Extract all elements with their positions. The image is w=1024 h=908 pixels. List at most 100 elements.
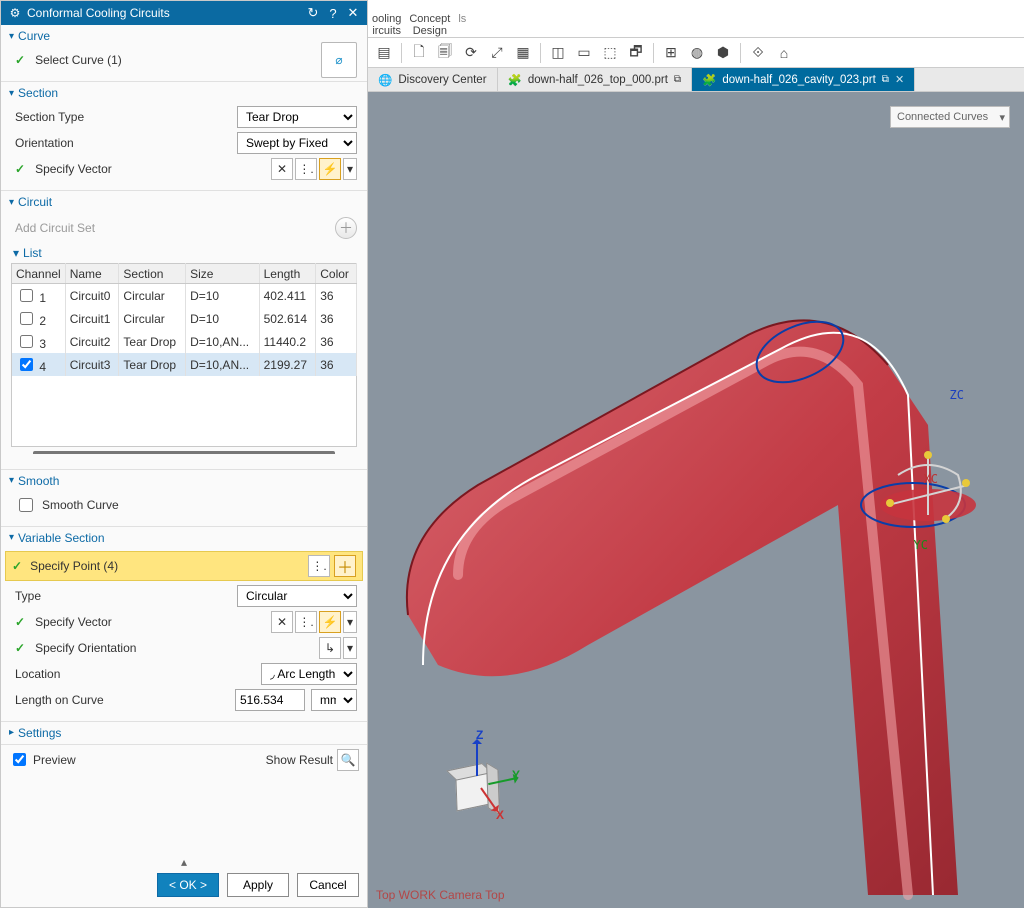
smooth-curve-checkbox[interactable] xyxy=(19,498,33,512)
refresh-icon[interactable]: ↻ xyxy=(305,5,321,21)
location-select[interactable]: ◞ Arc Length xyxy=(261,663,357,685)
tab-file2[interactable]: 🧩 down-half_026_cavity_023.prt ⧉ ✕ xyxy=(692,68,915,91)
chevron-right-icon: ▸ xyxy=(9,727,14,738)
vector-xc-icon[interactable]: ✕ xyxy=(271,611,293,633)
tab-close-icon[interactable]: ✕ xyxy=(895,73,904,86)
point-dialog-icon[interactable]: ⋮. xyxy=(308,555,330,577)
vector-dropdown-icon[interactable]: ▾ xyxy=(343,611,357,633)
toolbar-icon[interactable]: ▦ xyxy=(511,41,535,65)
section-type-select[interactable]: Tear Drop xyxy=(237,106,357,128)
popout-icon[interactable]: ⧉ xyxy=(674,74,681,85)
view-triad[interactable]: Z Y X xyxy=(446,728,536,828)
tab-file1[interactable]: 🧩 down-half_026_top_000.prt ⧉ xyxy=(498,68,693,91)
table-row[interactable]: 4Circuit3Tear DropD=10,AN...2199.2736 xyxy=(12,353,357,376)
toolbar-icon[interactable]: ⊞ xyxy=(659,41,683,65)
table-scrollbar[interactable] xyxy=(33,451,335,465)
orientation-select[interactable]: Swept by Fixed xyxy=(237,132,357,154)
section-variable-header[interactable]: ▾ Variable Section xyxy=(1,527,367,549)
toolbar-icon[interactable]: ⬢ xyxy=(711,41,735,65)
section-circuit-header[interactable]: ▾ Circuit xyxy=(1,191,367,213)
col-length[interactable]: Length xyxy=(259,264,316,284)
specify-point-label: Specify Point (4) xyxy=(30,559,304,573)
check-icon: ✓ xyxy=(15,53,25,67)
table-row[interactable]: 1Circuit0CircularD=10402.41136 xyxy=(12,284,357,308)
table-row[interactable]: 3Circuit2Tear DropD=10,AN...11440.236 xyxy=(12,330,357,353)
toolbar-icon[interactable]: ⟳ xyxy=(459,41,483,65)
length-unit-select[interactable]: mm xyxy=(311,689,357,711)
chevron-down-icon: ▾ xyxy=(9,31,14,42)
triad-cube-icon[interactable] xyxy=(455,771,490,812)
col-section[interactable]: Section xyxy=(119,264,186,284)
vector-dialog-icon[interactable]: ⋮. xyxy=(295,158,317,180)
toolbar-icon[interactable]: 🗋 xyxy=(407,41,431,65)
toolbar-icon[interactable]: ⬚ xyxy=(598,41,622,65)
help-icon[interactable]: ? xyxy=(325,5,341,21)
tab-discovery[interactable]: 🌐 Discovery Center xyxy=(368,68,498,91)
varsec-type-select[interactable]: Circular xyxy=(237,585,357,607)
vector-infer-icon[interactable]: ⚡ xyxy=(319,158,341,180)
col-color[interactable]: Color xyxy=(316,264,357,284)
toolbar-icon[interactable]: 🗐 xyxy=(433,41,457,65)
gear-icon[interactable]: ⚙ xyxy=(7,5,23,21)
file-tabbar: 🌐 Discovery Center 🧩 down-half_026_top_0… xyxy=(368,68,1024,92)
triad-x-label: X xyxy=(496,808,504,822)
vector-dropdown-icon[interactable]: ▾ xyxy=(343,158,357,180)
vector-xc-icon[interactable]: ✕ xyxy=(271,158,293,180)
viewport[interactable]: Connected Curves xyxy=(368,92,1024,908)
dialog-title: Conformal Cooling Circuits xyxy=(27,6,301,20)
check-icon: ✓ xyxy=(12,559,22,573)
show-result-icon[interactable]: 🔍 xyxy=(337,749,359,771)
csys-dropdown-icon[interactable]: ▾ xyxy=(343,637,357,659)
col-channel[interactable]: Channel xyxy=(12,264,66,284)
table-row[interactable]: 2Circuit1CircularD=10502.61436 xyxy=(12,307,357,330)
toolbar-icon[interactable]: ⌂ xyxy=(772,41,796,65)
close-icon[interactable]: ✕ xyxy=(345,5,361,21)
toolbar-icon[interactable]: ▭ xyxy=(572,41,596,65)
col-size[interactable]: Size xyxy=(186,264,260,284)
select-curve-label[interactable]: Select Curve (1) xyxy=(35,53,315,67)
toolbar-icon[interactable]: ⤢ xyxy=(485,41,509,65)
specify-point-row[interactable]: ✓ Specify Point (4) ⋮. ＋ xyxy=(5,551,363,581)
section-curve-header[interactable]: ▾ Curve xyxy=(1,25,367,47)
row-checkbox[interactable] xyxy=(20,358,33,371)
row-checkbox[interactable] xyxy=(20,335,33,348)
section-smooth-header[interactable]: ▾ Smooth xyxy=(1,470,367,492)
preview-label: Preview xyxy=(33,753,76,767)
collapse-caret-icon[interactable]: ▴ xyxy=(9,855,359,869)
vector-infer-icon[interactable]: ⚡ xyxy=(319,611,341,633)
sketch-section-icon[interactable]: ⌀ xyxy=(321,42,357,78)
section-settings-header[interactable]: ▸ Settings xyxy=(1,722,367,744)
list-header[interactable]: ▾ List xyxy=(1,243,367,263)
row-checkbox[interactable] xyxy=(20,289,33,302)
apply-button[interactable]: Apply xyxy=(227,873,289,897)
length-on-curve-input[interactable] xyxy=(235,689,305,711)
add-circuit-label: Add Circuit Set xyxy=(15,221,95,235)
row-checkbox[interactable] xyxy=(20,312,33,325)
toolbar-icon[interactable]: ◍ xyxy=(685,41,709,65)
ribbon-group[interactable]: ooling ircuits xyxy=(372,13,401,37)
section-type-label: Section Type xyxy=(15,110,231,124)
specify-orientation-label[interactable]: Specify Orientation xyxy=(35,641,313,655)
part-icon: 🧩 xyxy=(702,73,716,87)
check-icon: ✓ xyxy=(15,615,25,629)
toolbar-icon[interactable]: ⟐ xyxy=(746,41,770,65)
check-icon: ✓ xyxy=(15,641,25,655)
popout-icon[interactable]: ⧉ xyxy=(882,74,889,85)
toolbar-icon[interactable]: ◫ xyxy=(546,41,570,65)
vector-dialog-icon[interactable]: ⋮. xyxy=(295,611,317,633)
menu-icon[interactable]: ▤ xyxy=(372,41,396,65)
col-name[interactable]: Name xyxy=(65,264,119,284)
ok-button[interactable]: < OK > xyxy=(157,873,219,897)
add-circuit-button[interactable]: ＋ xyxy=(335,217,357,239)
section-section-header[interactable]: ▾ Section xyxy=(1,82,367,104)
preview-checkbox[interactable] xyxy=(13,753,26,766)
toolbar-icon[interactable]: 🗗 xyxy=(624,41,648,65)
add-point-icon[interactable]: ＋ xyxy=(334,555,356,577)
specify-vector-label[interactable]: Specify Vector xyxy=(35,162,265,176)
ribbon-group[interactable]: Concept Design xyxy=(409,13,450,37)
circuit-table[interactable]: Channel Name Section Size Length Color 1… xyxy=(11,263,357,447)
csys-icon[interactable]: ↳ xyxy=(319,637,341,659)
chevron-down-icon: ▾ xyxy=(9,197,14,208)
cancel-button[interactable]: Cancel xyxy=(297,873,359,897)
varsec-vector-label[interactable]: Specify Vector xyxy=(35,615,265,629)
